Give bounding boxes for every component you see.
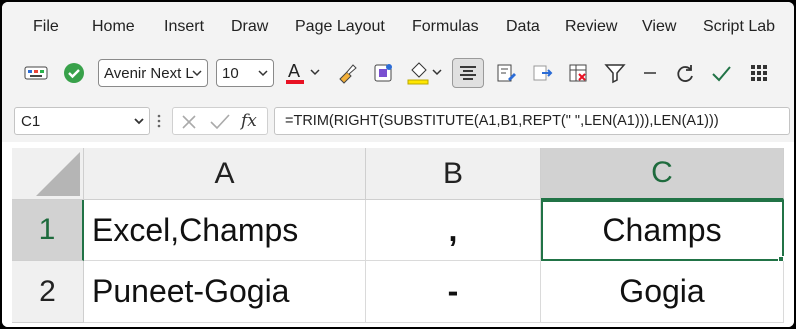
select-all-corner[interactable] [12,148,84,200]
formula-bar: C1 fx =TRIM(RIGHT(SUBSTITUTE(A1,B1,REPT(… [2,100,794,142]
fill-color-button[interactable] [406,58,446,88]
keyboard-icon[interactable] [22,58,50,88]
font-color-button[interactable]: A [284,58,324,88]
formula-input[interactable]: =TRIM(RIGHT(SUBSTITUTE(A1,B1,REPT(" ",LE… [274,107,790,135]
font-name-value: Avenir Next L [104,64,194,82]
ribbon-toolbar: Avenir Next L 10 A [2,48,794,100]
cell-c1[interactable]: Champs [541,200,784,261]
ribbon-tabs: File Home Insert Draw Page Layout Formul… [2,2,794,48]
paint-bucket-icon [407,62,442,85]
move-cells-icon[interactable] [528,58,556,88]
tab-script-lab[interactable]: Script Lab [703,18,775,36]
name-box-value: C1 [21,112,41,130]
svg-text:A: A [288,61,300,81]
enter-icon[interactable] [209,112,231,132]
tab-page-layout[interactable]: Page Layout [295,18,385,36]
column-header-c[interactable]: C [541,148,784,200]
tab-data[interactable]: Data [506,18,540,36]
checkmark-icon[interactable] [708,58,734,88]
formula-controls: fx [172,107,268,135]
cancel-icon[interactable] [179,112,199,132]
font-color-icon: A [286,61,320,84]
chevron-down-icon [258,70,268,77]
check-circle-icon[interactable] [60,58,88,88]
align-center-icon [460,66,476,80]
tab-home[interactable]: Home [92,18,135,36]
font-name-select[interactable]: Avenir Next L [98,59,208,87]
select-all-triangle-icon [36,152,80,196]
align-center-button[interactable] [452,58,484,88]
more-options-icon[interactable] [157,112,161,130]
cell-a2[interactable]: Puneet-Gogia [84,261,366,323]
tab-view[interactable]: View [642,18,676,36]
font-size-value: 10 [222,64,239,82]
cell-a1[interactable]: Excel,Champs [84,200,366,261]
minus-icon[interactable] [638,58,662,88]
tab-file[interactable]: File [33,18,59,36]
grid-icon[interactable] [746,58,772,88]
column-header-b[interactable]: B [366,148,541,200]
chevron-down-icon [192,70,202,77]
wrap-format-icon[interactable] [492,58,520,88]
tab-review[interactable]: Review [565,18,617,36]
cell-b1[interactable]: , [366,200,541,261]
cell-c2[interactable]: Gogia [541,261,784,323]
filter-icon[interactable] [602,58,628,88]
worksheet-grid: A B C 1 Excel,Champs , Champs 2 Puneet-G… [2,142,794,327]
refresh-icon[interactable] [672,58,698,88]
font-size-select[interactable]: 10 [216,59,274,87]
cell-b2[interactable]: - [366,261,541,323]
row-header-1[interactable]: 1 [12,200,84,261]
tab-formulas[interactable]: Formulas [412,18,479,36]
tab-draw[interactable]: Draw [231,18,268,36]
name-box[interactable]: C1 [14,107,150,135]
chevron-down-icon [134,118,144,125]
clear-cells-icon[interactable] [564,58,592,88]
excel-window: File Home Insert Draw Page Layout Formul… [2,2,794,327]
row-header-2[interactable]: 2 [12,261,84,323]
insert-function-icon[interactable]: fx [241,111,257,131]
column-header-a[interactable]: A [84,148,366,200]
cell-styles-icon[interactable] [368,58,398,88]
format-painter-icon[interactable] [332,58,362,88]
tab-insert[interactable]: Insert [164,18,204,36]
